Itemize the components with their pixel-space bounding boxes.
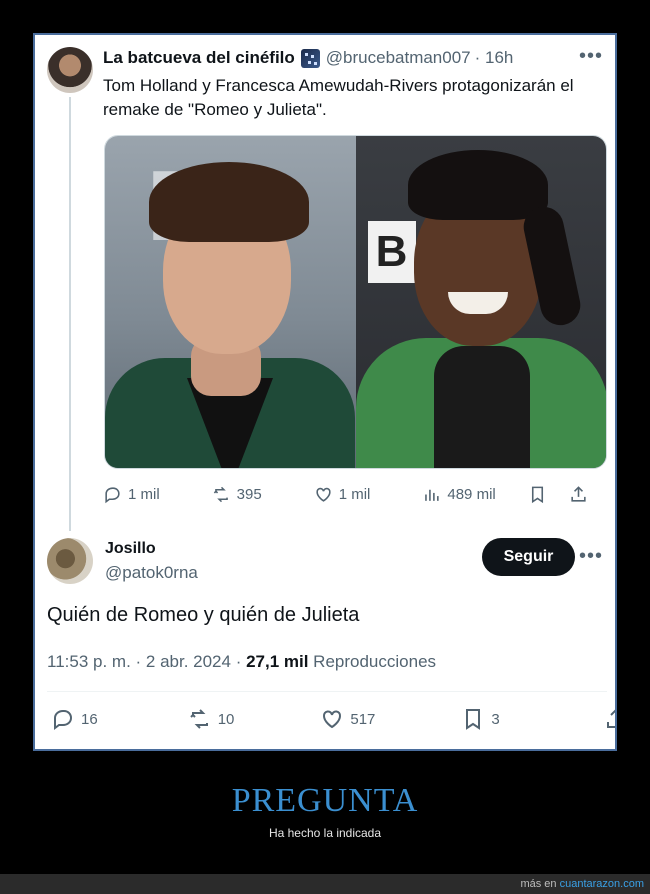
bookmark-count: 3 [491, 710, 500, 728]
share-icon [571, 486, 586, 502]
photo-tom-holland[interactable]: ▮ [105, 136, 356, 468]
retweet-button[interactable]: 395 [212, 485, 262, 504]
reply-button[interactable]: 1 mil [103, 485, 160, 504]
retweet-count: 395 [236, 486, 262, 503]
follow-button[interactable]: Seguir [482, 538, 575, 576]
author-avatar[interactable] [47, 538, 93, 584]
reply-count: 1 mil [128, 486, 160, 503]
more-options-icon[interactable]: ••• [579, 545, 603, 568]
hair [149, 162, 309, 242]
backdrop-letter-b: B [367, 221, 416, 283]
like-count: 1 mil [338, 486, 371, 503]
retweet-button[interactable]: 10 [188, 707, 235, 731]
photo-francesca-amewudah-rivers[interactable]: B [355, 136, 606, 468]
tweet-media[interactable]: ▮ B [104, 135, 607, 469]
retweet-icon [213, 486, 228, 503]
quoted-author-name[interactable]: La batcueva del cinéfilo [103, 48, 295, 68]
reply-icon [105, 487, 120, 504]
heart-icon [316, 487, 331, 502]
credit-prefix: más en [520, 878, 560, 890]
quoted-tweet-actions: 1 mil 395 1 mil 489 mil [103, 485, 608, 504]
views-label: Reproducciones [308, 652, 437, 671]
author-name[interactable]: Josillo [105, 540, 156, 558]
views-count: 27,1 mil [246, 652, 309, 671]
views-count: 489 mil [447, 486, 496, 503]
share-button[interactable] [604, 707, 615, 731]
divider [47, 691, 607, 692]
tweet-metadata: 11:53 p. m. · 2 abr. 2024 · 27,1 mil Rep… [47, 652, 436, 672]
tweet-timestamp[interactable]: 11:53 p. m. · 2 abr. 2024 · [47, 652, 246, 671]
more-options-icon[interactable]: ••• [579, 45, 603, 68]
retweet-icon [189, 709, 208, 729]
like-count: 517 [350, 710, 376, 728]
views-button[interactable]: 489 mil [422, 485, 496, 504]
retweet-count: 10 [217, 710, 235, 728]
share-icon [606, 709, 615, 728]
bookmark-button[interactable]: 3 [461, 707, 500, 731]
like-button[interactable]: 517 [320, 707, 375, 731]
like-button[interactable]: 1 mil [314, 485, 371, 504]
caption-title: PREGUNTA [231, 782, 419, 819]
site-credit: más en cuantarazon.com [520, 878, 644, 890]
author-handle[interactable]: @patok0rna [105, 563, 198, 583]
quoted-tweet-header: La batcueva del cinéfilo @brucebatman007… [103, 48, 613, 68]
tweet-card: La batcueva del cinéfilo @brucebatman007… [33, 33, 617, 751]
quoted-tweet-time[interactable]: · 16h [475, 48, 514, 68]
tweet-actions: 16 10 517 3 [51, 707, 615, 731]
bookmark-button[interactable] [528, 485, 547, 504]
reply-button[interactable]: 16 [51, 707, 98, 731]
share-button[interactable] [569, 485, 588, 504]
hair [407, 150, 548, 220]
analytics-icon [425, 489, 439, 501]
bookmark-icon [531, 486, 543, 504]
bookmark-icon [466, 709, 481, 730]
caption-subtitle: Ha hecho la indicada [268, 826, 382, 840]
reply-count: 16 [81, 710, 98, 728]
thread-line [69, 97, 71, 531]
quoted-tweet-text: Tom Holland y Francesca Amewudah-Rivers … [103, 76, 574, 119]
heart-icon [323, 710, 342, 729]
starry-night-emoji-icon [300, 48, 320, 68]
quoted-author-avatar[interactable] [47, 47, 93, 93]
tweet-text: Quién de Romeo y quién de Julieta [47, 604, 360, 626]
credit-site-link[interactable]: cuantarazon.com [560, 878, 644, 890]
quoted-author-handle[interactable]: @brucebatman007 [326, 48, 471, 68]
black-top [433, 346, 530, 468]
reply-icon [54, 710, 73, 730]
